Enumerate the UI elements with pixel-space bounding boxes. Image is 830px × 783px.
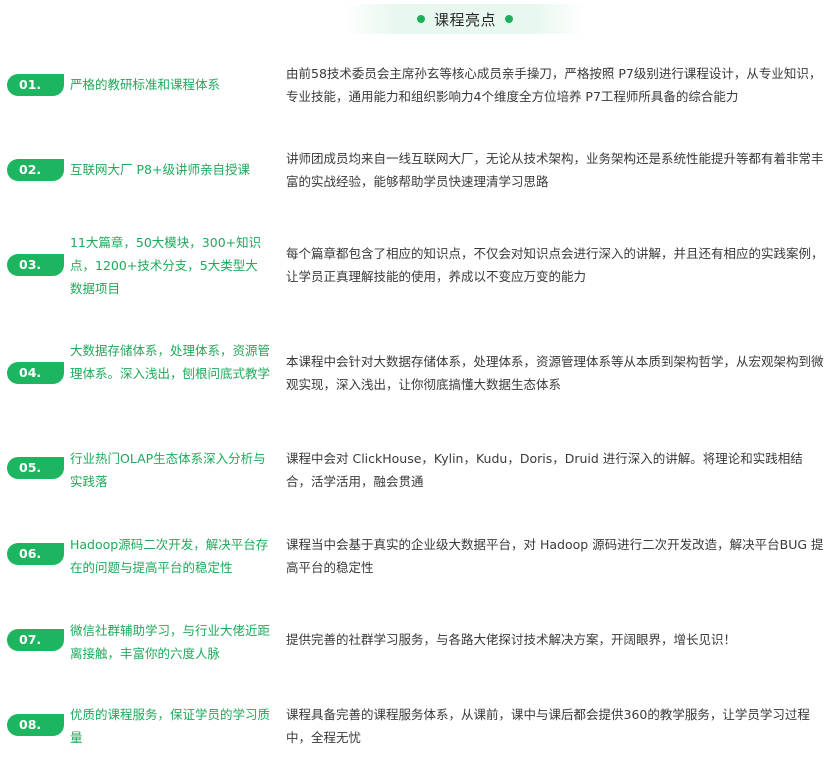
feature-list: 01. 严格的教研标准和课程体系 由前58技术委员会主席孙玄等核心成员亲手操刀，…	[0, 0, 830, 751]
item-number-badge: 07.	[7, 629, 64, 651]
item-number-badge: 02.	[7, 159, 64, 181]
feature-item-05: 05. 行业热门OLAP生态体系深入分析与实践落 课程中会对 ClickHous…	[0, 447, 830, 527]
item-description: 课程当中会基于真实的企业级大数据平台，对 Hadoop 源码进行二次开发改造，解…	[286, 537, 824, 575]
item-title: 行业热门OLAP生态体系深入分析与实践落	[70, 451, 266, 489]
item-description: 由前58技术委员会主席孙玄等核心成员亲手操刀，严格按照 P7级别进行课程设计，从…	[286, 66, 822, 104]
item-description: 本课程中会针对大数据存储体系，处理体系，资源管理体系等从本质到架构哲学，从宏观架…	[286, 354, 824, 392]
item-number-badge: 05.	[7, 457, 64, 479]
item-title: 11大篇章，50大模块，300+知识点，1200+技术分支，5大类型大数据项目	[70, 235, 262, 296]
feature-item-06: 06. Hadoop源码二次开发，解决平台存在的问题与提高平台的稳定性 课程当中…	[0, 533, 830, 613]
feature-item-08: 08. 优质的课程服务，保证学员的学习质量 课程具备完善的课程服务体系，从课前，…	[0, 703, 830, 783]
feature-item-02: 02. 互联网大厂 P8+级讲师亲自授课 讲师团成员均来自一线互联网大厂，无论从…	[0, 147, 830, 227]
item-number-badge: 03.	[7, 254, 64, 276]
item-description: 提供完善的社群学习服务，与各路大佬探讨技术解决方案，开阔眼界，增长见识！	[286, 632, 737, 647]
feature-item-01: 01. 严格的教研标准和课程体系 由前58技术委员会主席孙玄等核心成员亲手操刀，…	[0, 62, 830, 142]
item-number-badge: 01.	[7, 74, 64, 96]
item-description: 每个篇章都包含了相应的知识点，不仅会对知识点会进行深入的讲解，并且还有相应的实践…	[286, 246, 824, 284]
feature-item-07: 07. 微信社群辅助学习，与行业大佬近距离接触，丰富你的六度人脉 提供完善的社群…	[0, 619, 830, 699]
item-description: 讲师团成员均来自一线互联网大厂，无论从技术架构，业务架构还是系统性能提升等都有着…	[286, 151, 824, 189]
item-number-badge: 08.	[7, 714, 64, 736]
feature-item-04: 04. 大数据存储体系，处理体系，资源管理体系。深入浅出，刨根问底式教学 本课程…	[0, 340, 830, 420]
item-description: 课程具备完善的课程服务体系，从课前，课中与课后都会提供360的教学服务，让学员学…	[286, 707, 810, 745]
item-title: 优质的课程服务，保证学员的学习质量	[70, 707, 271, 745]
item-number-badge: 06.	[7, 543, 64, 565]
item-title: 微信社群辅助学习，与行业大佬近距离接触，丰富你的六度人脉	[70, 623, 271, 661]
item-title: Hadoop源码二次开发，解决平台存在的问题与提高平台的稳定性	[70, 537, 269, 575]
item-title: 大数据存储体系，处理体系，资源管理体系。深入浅出，刨根问底式教学	[70, 343, 271, 381]
item-description: 课程中会对 ClickHouse，Kylin，Kudu，Doris，Druid …	[286, 451, 803, 489]
item-number-badge: 04.	[7, 362, 64, 384]
item-title: 互联网大厂 P8+级讲师亲自授课	[70, 162, 250, 177]
item-title: 严格的教研标准和课程体系	[70, 77, 221, 92]
feature-item-03: 03. 11大篇章，50大模块，300+知识点，1200+技术分支，5大类型大数…	[0, 233, 830, 313]
